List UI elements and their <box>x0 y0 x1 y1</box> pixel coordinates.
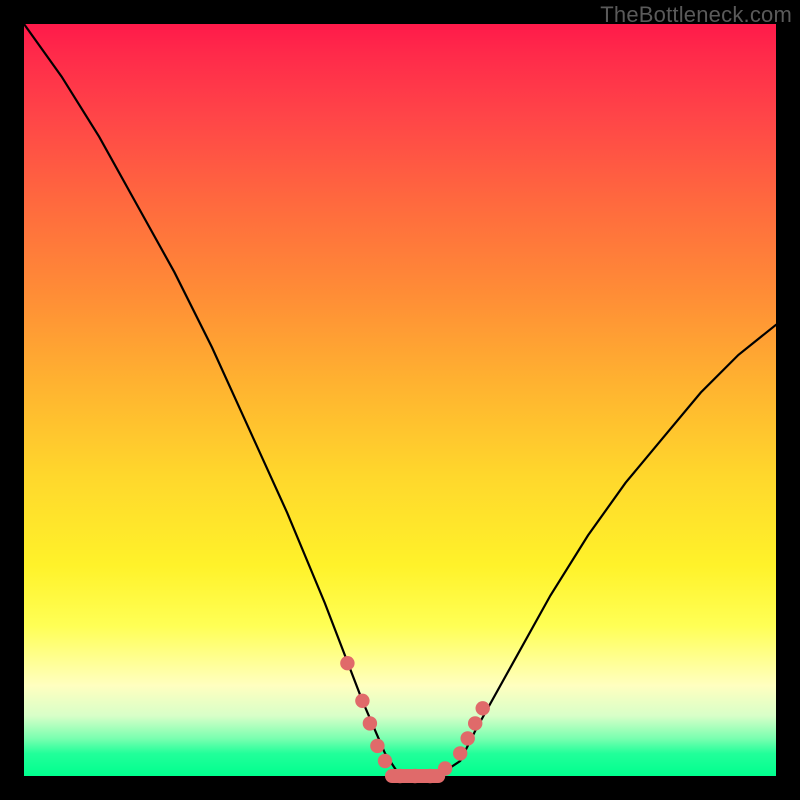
bottleneck-curve <box>24 24 776 776</box>
chart-plot-area <box>24 24 776 776</box>
watermark-text: TheBottleneck.com <box>600 2 792 28</box>
chart-frame: TheBottleneck.com <box>0 0 800 800</box>
curve-marker <box>453 746 467 760</box>
curve-marker <box>378 754 392 768</box>
chart-svg <box>24 24 776 776</box>
curve-marker <box>461 731 475 745</box>
curve-marker <box>468 716 482 730</box>
valley-pill <box>385 769 445 783</box>
curve-marker <box>355 694 369 708</box>
curve-marker <box>476 701 490 715</box>
marker-group <box>340 656 490 783</box>
curve-marker <box>340 656 354 670</box>
curve-marker <box>363 716 377 730</box>
curve-marker <box>370 739 384 753</box>
